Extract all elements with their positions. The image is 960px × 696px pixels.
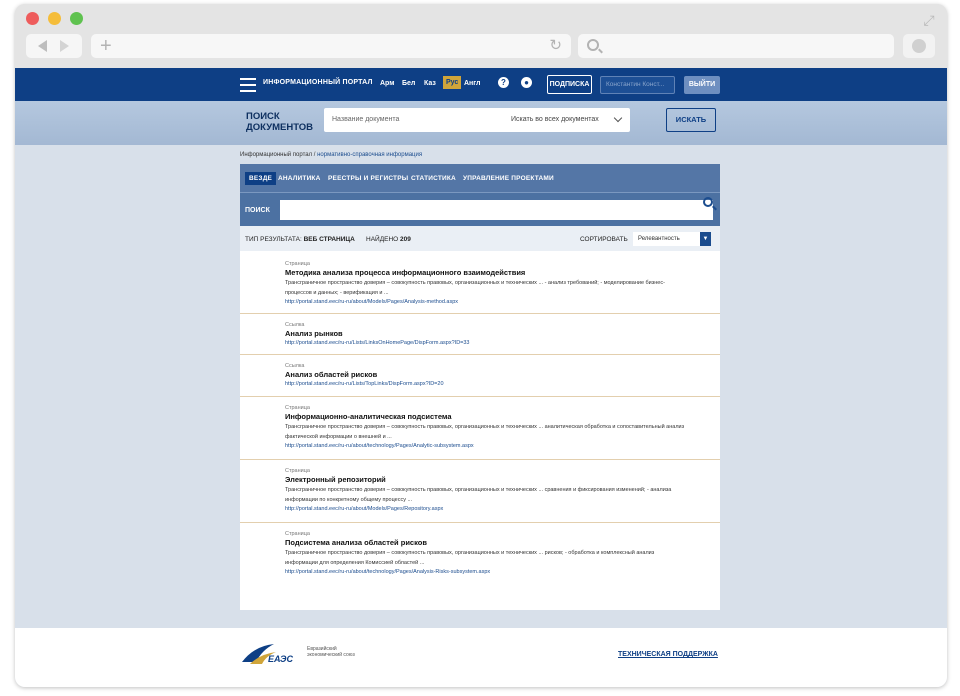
result-info-bar: ТИП РЕЗУЛЬТАТА: ВЕБ СТРАНИЦА НАЙДЕНО 209… [240,226,720,251]
result-description: Трансграничное пространство доверия – со… [285,424,685,440]
result-title[interactable]: Информационно-аналитическая подсистема [285,412,720,422]
results-list: Страница Методика анализа процесса инфор… [240,251,720,586]
footer: ЕАЭС Евразийский экономический союз ТЕХН… [15,628,947,687]
new-tab-icon[interactable]: + [100,36,112,56]
found-label: НАЙДЕНО [366,236,399,243]
user-name-field[interactable]: Константин Конст... [600,76,675,94]
breadcrumb-root[interactable]: Информационный портал [240,152,312,158]
top-navigation: ИНФОРМАЦИОННЫЙ ПОРТАЛ Арм Бел Каз Рус Ан… [15,68,947,101]
list-item: Ссылка Анализ областей рисков http://por… [240,355,720,397]
logout-button[interactable]: ВЫЙТИ [684,76,720,94]
search-icon [587,39,599,51]
category-tabs: ВЕЗДЕ АНАЛИТИКА РЕЕСТРЫ И РЕГИСТРЫ СТАТИ… [240,164,720,192]
chevron-down-icon[interactable] [613,113,623,123]
lang-eng[interactable]: Англ [464,80,480,87]
logo-text: ЕАЭС [268,654,294,664]
found-value: 209 [400,236,411,243]
logo-subtitle: Евразийский экономический союз [307,646,355,658]
document-search-input[interactable]: Название документа Искать во всех докуме… [324,108,630,132]
result-title[interactable]: Электронный репозиторий [285,475,720,485]
panel-search-input[interactable] [280,200,713,220]
address-bar[interactable]: + ↻ [91,34,571,58]
result-type-value[interactable]: ВЕБ СТРАНИЦА [304,236,355,243]
tab-project-management[interactable]: УПРАВЛЕНИЕ ПРОЕКТАМИ [463,175,554,182]
lang-arm[interactable]: Арм [380,80,394,87]
portal-title[interactable]: ИНФОРМАЦИОННЫЙ ПОРТАЛ [263,79,373,86]
tab-statistics[interactable]: СТАТИСТИКА [411,175,456,182]
result-url[interactable]: http://portal.stand.eec/ru-ru/about/tech… [285,568,720,577]
result-kind: Страница [285,405,310,411]
list-item: Страница Электронный репозиторий Трансгр… [240,460,720,523]
fullscreen-icon[interactable]: ⤢ [921,12,937,28]
help-icon[interactable]: ? [498,77,509,88]
tab-analytics[interactable]: АНАЛИТИКА [278,175,321,182]
document-search-band: ПОИСК ДОКУМЕНТОВ Название документа Иска… [15,101,947,145]
result-kind: Страница [285,468,310,474]
result-url[interactable]: http://portal.stand.eec/ru-ru/about/Mode… [285,298,720,307]
sort-label: СОРТИРОВАТЬ [580,236,628,243]
search-icon[interactable] [703,197,713,207]
list-item: Страница Подсистема анализа областей рис… [240,523,720,586]
result-url[interactable]: http://portal.stand.eec/ru-ru/about/Mode… [285,505,720,514]
result-kind: Страница [285,261,310,267]
browser-search-bar[interactable] [578,34,894,58]
result-description: Трансграничное пространство доверия – со… [285,487,672,503]
result-title[interactable]: Анализ областей рисков [285,370,720,380]
tab-registries[interactable]: РЕЕСТРЫ И РЕГИСТРЫ [328,175,408,182]
result-type-label: ТИП РЕЗУЛЬТАТА: [245,236,302,243]
close-window-icon[interactable] [26,12,39,25]
result-title[interactable]: Методика анализа процесса информационног… [285,268,720,278]
tab-everywhere[interactable]: ВЕЗДЕ [245,172,277,185]
search-button[interactable]: ИСКАТЬ [666,108,716,132]
back-icon[interactable] [38,40,47,52]
list-item: Ссылка Анализ рынков http://portal.stand… [240,314,720,355]
browser-chrome: ⤢ + ↻ [15,4,947,68]
browser-window: ⤢ + ↻ ИНФОРМАЦИОННЫЙ ПОРТАЛ Арм Бел Каз … [15,4,947,687]
lang-rus[interactable]: Рус [443,76,462,89]
maximize-window-icon[interactable] [70,12,83,25]
subscribe-button[interactable]: ПОДПИСКА [547,75,592,94]
found-count: НАЙДЕНО 209 [366,236,411,243]
nav-buttons [26,34,82,58]
browser-profile-button[interactable] [903,34,935,58]
search-scope-select[interactable]: Искать во всех документах [511,116,599,123]
profile-icon [912,39,926,53]
result-kind: Страница [285,531,310,537]
document-search-title: ПОИСК ДОКУМЕНТОВ [246,111,314,133]
list-item: Страница Методика анализа процесса инфор… [240,251,720,314]
panel-search-label: ПОИСК [245,207,270,214]
support-link[interactable]: ТЕХНИЧЕСКАЯ ПОДДЕРЖКА [618,651,718,658]
chevron-down-icon[interactable]: ▼ [700,232,711,246]
breadcrumb-current[interactable]: нормативно-справочная информация [317,152,422,158]
result-description: Трансграничное пространство доверия – со… [285,550,655,566]
result-url[interactable]: http://portal.stand.eec/ru-ru/about/tech… [285,442,720,451]
reload-icon[interactable]: ↻ [549,38,562,54]
result-url[interactable]: http://portal.stand.eec/ru-ru/Lists/TopL… [285,380,720,389]
result-url[interactable]: http://portal.stand.eec/ru-ru/Lists/Link… [285,339,720,348]
lang-bel[interactable]: Бел [402,80,415,87]
result-type: ТИП РЕЗУЛЬТАТА: ВЕБ СТРАНИЦА [245,236,355,243]
menu-icon[interactable] [240,78,256,92]
search-results-panel: ВЕЗДЕ АНАЛИТИКА РЕЕСТРЫ И РЕГИСТРЫ СТАТИ… [240,164,720,610]
result-kind: Ссылка [285,363,305,369]
result-description: Трансграничное пространство доверия – со… [285,280,665,296]
result-kind: Ссылка [285,322,305,328]
lang-kaz[interactable]: Каз [424,80,436,87]
minimize-window-icon[interactable] [48,12,61,25]
breadcrumb: Информационный портал / нормативно-справ… [240,152,422,158]
result-title[interactable]: Анализ рынков [285,329,720,339]
result-title[interactable]: Подсистема анализа областей рисков [285,538,720,548]
web-page: ИНФОРМАЦИОННЫЙ ПОРТАЛ Арм Бел Каз Рус Ан… [15,68,947,687]
document-search-placeholder: Название документа [332,116,400,123]
panel-search-row: ПОИСК [240,192,720,226]
forward-icon[interactable] [60,40,69,52]
list-item: Страница Информационно-аналитическая под… [240,397,720,460]
user-icon[interactable]: ● [521,77,532,88]
